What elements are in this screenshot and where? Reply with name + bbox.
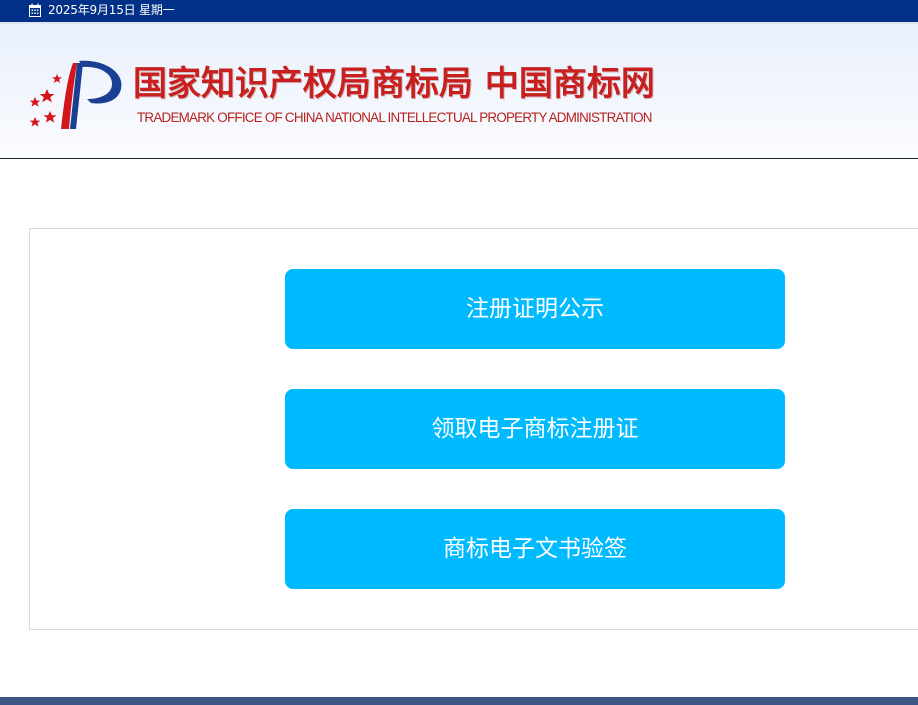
service-panel: 注册证明公示 领取电子商标注册证 商标电子文书验签	[29, 228, 918, 630]
calendar-icon	[29, 3, 41, 17]
footer-bar	[0, 697, 918, 705]
registration-certificate-publicity-button[interactable]: 注册证明公示	[285, 269, 785, 349]
cnipa-emblem-logo[interactable]	[27, 55, 127, 133]
site-title-en: TRADEMARK OFFICE OF CHINA NATIONAL INTEL…	[137, 110, 652, 125]
site-header: 国家知识产权局商标局 中国商标网 TRADEMARK OFFICE OF CHI…	[0, 22, 918, 159]
top-bar: 2025年9月15日 星期一	[0, 0, 918, 22]
get-electronic-registration-certificate-button[interactable]: 领取电子商标注册证	[285, 389, 785, 469]
current-date: 2025年9月15日 星期一	[48, 3, 175, 17]
electronic-document-verification-button[interactable]: 商标电子文书验签	[285, 509, 785, 589]
site-title-cn: 国家知识产权局商标局 中国商标网	[133, 64, 655, 104]
